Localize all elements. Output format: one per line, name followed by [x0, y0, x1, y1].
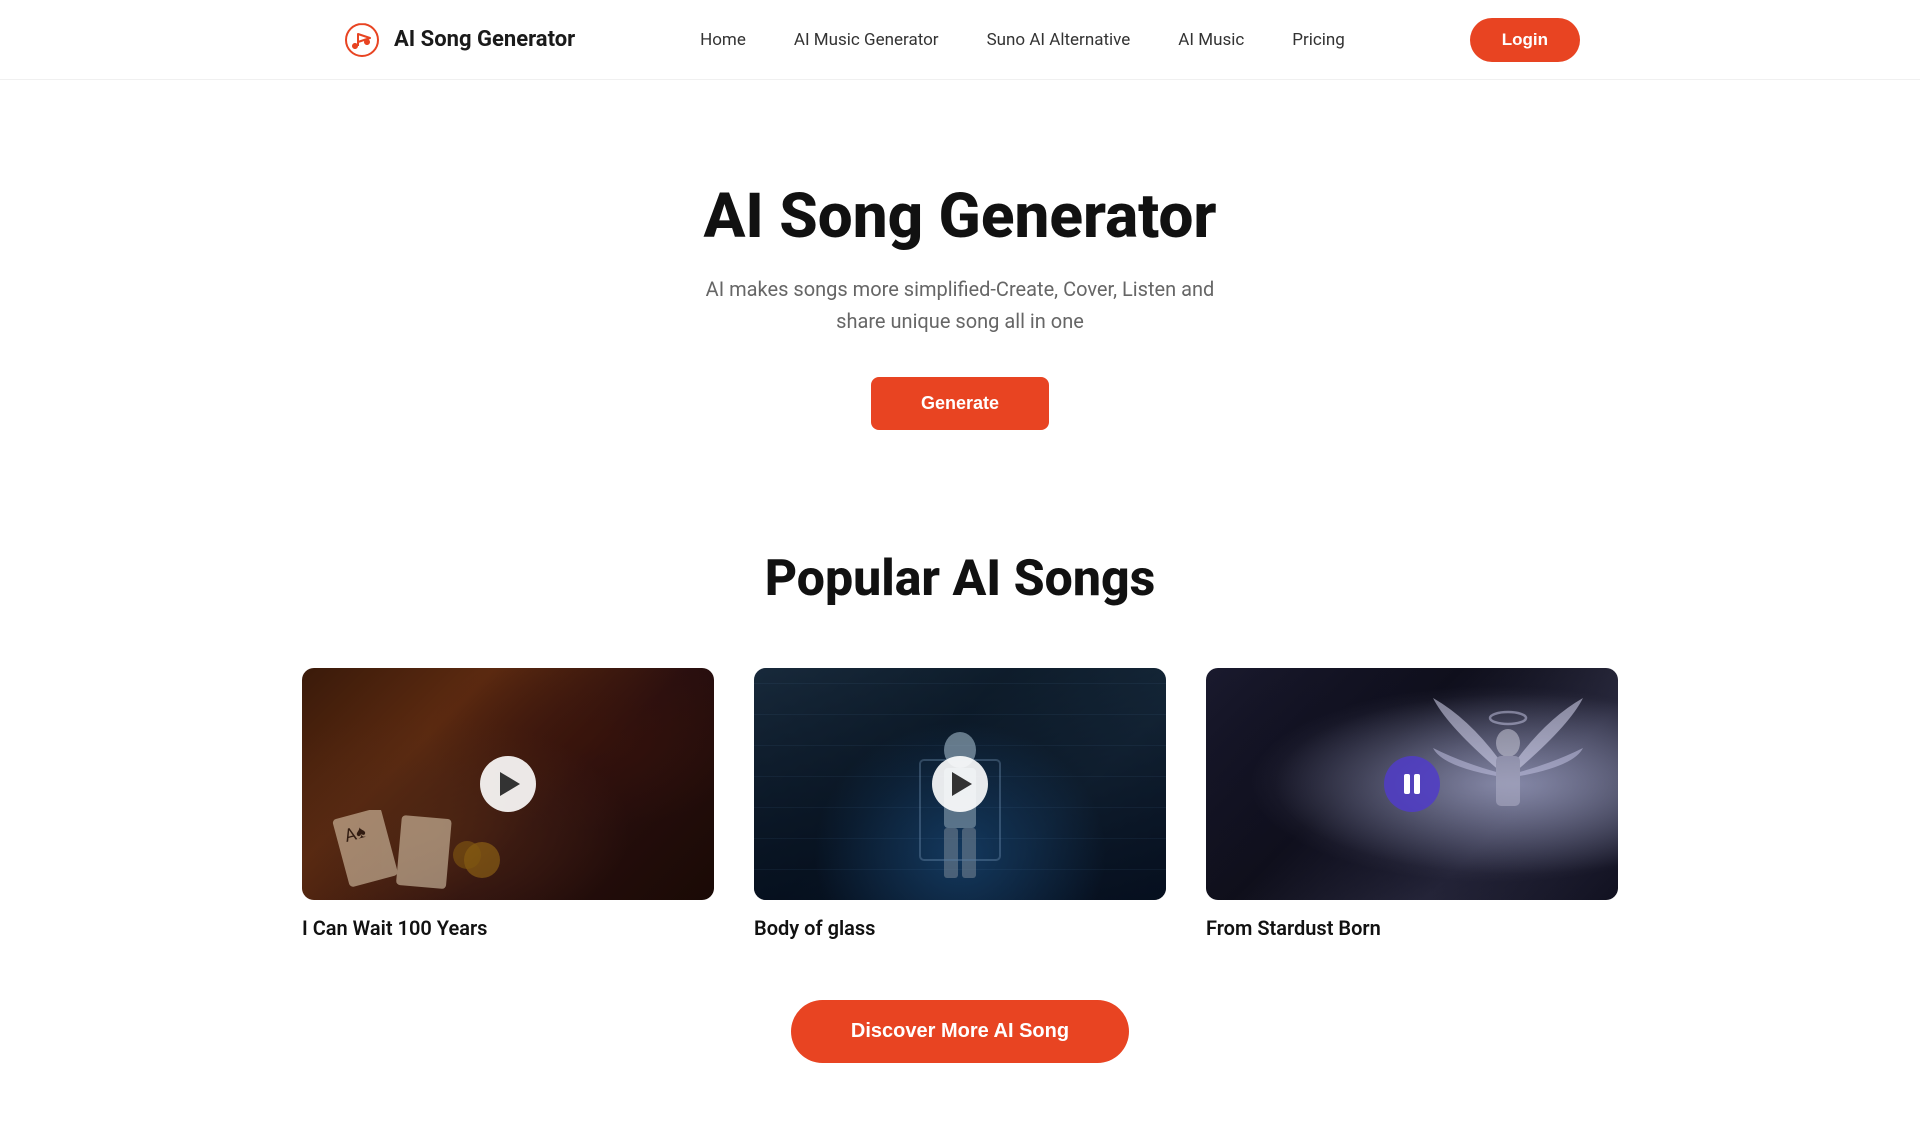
song-card-1[interactable]: A♠ I Can Wait 100 Years — [302, 668, 714, 940]
hero-subtitle: AI makes songs more simplified-Create, C… — [690, 273, 1230, 337]
pause-button-3[interactable] — [1384, 756, 1440, 812]
play-icon-2 — [952, 772, 972, 796]
discover-more-button[interactable]: Discover More AI Song — [791, 1000, 1129, 1063]
popular-section-title: Popular AI Songs — [765, 550, 1156, 608]
nav-ai-music[interactable]: AI Music — [1178, 30, 1244, 50]
song-card-2[interactable]: Body of glass — [754, 668, 1166, 940]
hero-title: AI Song Generator — [703, 180, 1216, 253]
card-3-decoration — [1428, 688, 1588, 878]
pause-icon-3 — [1404, 774, 1420, 794]
login-button[interactable]: Login — [1470, 18, 1580, 62]
song-name-2: Body of glass — [754, 916, 1166, 940]
generate-button[interactable]: Generate — [871, 377, 1049, 430]
song-card-3[interactable]: From Stardust Born — [1206, 668, 1618, 940]
song-name-3: From Stardust Born — [1206, 916, 1618, 940]
play-icon-1 — [500, 772, 520, 796]
nav-ai-music-generator[interactable]: AI Music Generator — [794, 30, 939, 50]
song-thumbnail-2[interactable] — [754, 668, 1166, 900]
logo-icon — [340, 18, 384, 62]
logo[interactable]: AI Song Generator — [340, 18, 575, 62]
nav-pricing[interactable]: Pricing — [1292, 30, 1345, 50]
song-thumbnail-1[interactable]: A♠ — [302, 668, 714, 900]
popular-songs-section: Popular AI Songs A♠ — [0, 490, 1920, 1143]
song-thumbnail-3[interactable] — [1206, 668, 1618, 900]
nav-suno-alternative[interactable]: Suno AI Alternative — [987, 30, 1131, 50]
songs-grid: A♠ I Can Wait 100 Years — [302, 668, 1618, 940]
navbar: AI Song Generator Home AI Music Generato… — [0, 0, 1920, 80]
logo-text: AI Song Generator — [394, 27, 575, 52]
play-button-1[interactable] — [480, 756, 536, 812]
nav-links: Home AI Music Generator Suno AI Alternat… — [700, 30, 1345, 50]
hero-section: AI Song Generator AI makes songs more si… — [0, 80, 1920, 490]
nav-home[interactable]: Home — [700, 30, 746, 50]
play-button-2[interactable] — [932, 756, 988, 812]
song-name-1: I Can Wait 100 Years — [302, 916, 714, 940]
card-1-decoration: A♠ — [322, 810, 522, 890]
